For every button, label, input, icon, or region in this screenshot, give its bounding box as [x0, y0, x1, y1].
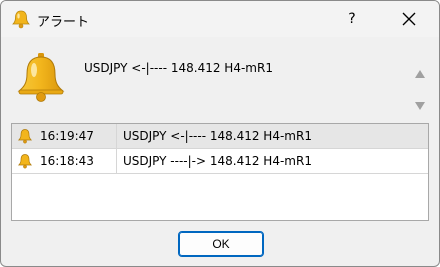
bell-icon: [11, 9, 31, 29]
alert-time: 16:18:43: [40, 154, 94, 168]
help-button[interactable]: ?: [337, 5, 367, 33]
scroll-down-icon: [415, 102, 425, 110]
alert-list[interactable]: 16:19:47 USDJPY <-|---- 148.412 H4-mR1 1…: [11, 123, 429, 221]
scroll-up-button[interactable]: [413, 65, 427, 78]
alert-dialog: アラート ? USDJPY <-|---- 148.412 H4-mR1 16:…: [0, 0, 440, 267]
close-icon: [402, 12, 416, 26]
close-button[interactable]: [393, 5, 425, 33]
list-item[interactable]: 16:18:43 USDJPY ----|-> 148.412 H4-mR1: [12, 149, 428, 174]
bell-icon: [15, 51, 67, 103]
scroll-down-button[interactable]: [413, 97, 427, 110]
alert-text: USDJPY <-|---- 148.412 H4-mR1: [123, 129, 312, 143]
scroll-up-icon: [415, 70, 425, 78]
title-bar: アラート ?: [1, 1, 439, 37]
column-divider: [116, 149, 117, 173]
alert-time: 16:19:47: [40, 129, 94, 143]
column-divider: [116, 124, 117, 148]
message-area: USDJPY <-|---- 148.412 H4-mR1: [1, 37, 439, 117]
ok-button[interactable]: OK: [178, 231, 264, 257]
alert-message: USDJPY <-|---- 148.412 H4-mR1: [84, 61, 273, 75]
list-item[interactable]: 16:19:47 USDJPY <-|---- 148.412 H4-mR1: [12, 124, 428, 149]
bell-icon: [17, 153, 33, 169]
bell-icon: [17, 128, 33, 144]
alert-text: USDJPY ----|-> 148.412 H4-mR1: [123, 154, 312, 168]
window-title: アラート: [37, 15, 90, 30]
